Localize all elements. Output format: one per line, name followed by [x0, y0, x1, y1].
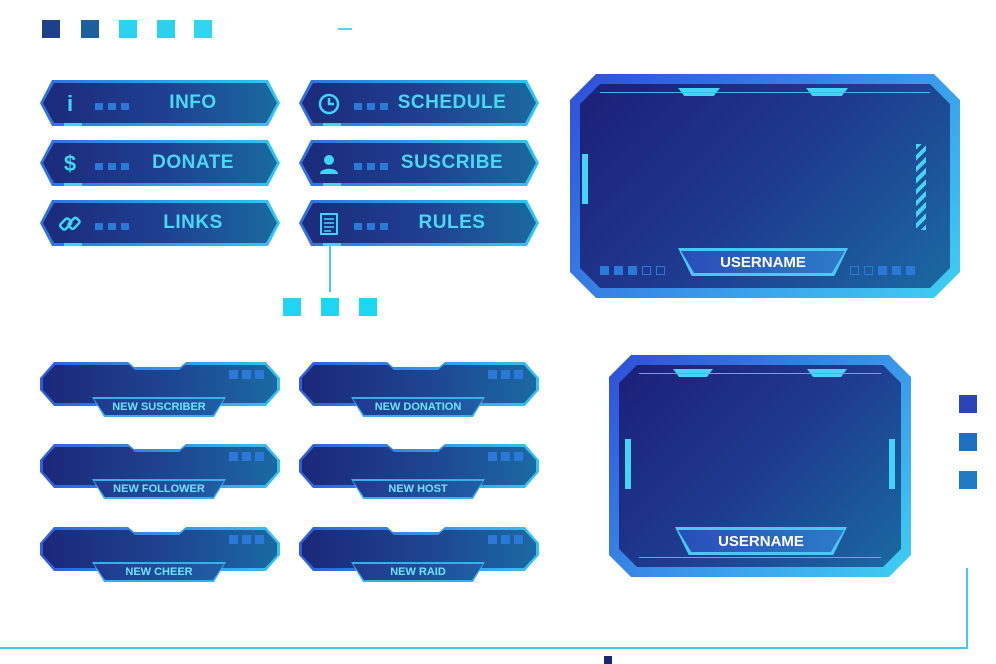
squares-right	[850, 266, 915, 275]
subscribe-panel[interactable]: SUSCRIBE	[299, 140, 539, 186]
bottom-dot	[604, 656, 612, 664]
dots-decoration	[229, 452, 264, 461]
swatch-4	[157, 20, 175, 38]
right-accent	[889, 439, 895, 489]
panel-label: SCHEDULE	[397, 92, 507, 113]
donate-panel[interactable]: $ DONATE	[40, 140, 280, 186]
panel-label: DONATE	[152, 152, 234, 173]
username-plate: USERNAME	[675, 527, 847, 555]
left-accent	[625, 439, 631, 489]
dots-decoration	[488, 452, 523, 461]
links-panel[interactable]: LINKS	[40, 200, 280, 246]
username-plate: USERNAME	[678, 248, 848, 276]
swatch-1	[42, 20, 60, 38]
dots-decoration	[229, 535, 264, 544]
alert-new-subscriber[interactable]: NEW SUSCRIBER	[40, 362, 280, 418]
bottom-horizontal-line	[0, 647, 968, 649]
left-accent	[582, 154, 588, 204]
alert-new-cheer[interactable]: NEW CHEER	[40, 527, 280, 583]
swatch-3	[119, 20, 137, 38]
alert-label: NEW FOLLOWER	[94, 481, 224, 497]
schedule-panel[interactable]: SCHEDULE	[299, 80, 539, 126]
swatch-2	[81, 20, 99, 38]
link-icon	[57, 211, 83, 237]
alert-label: NEW DONATION	[353, 399, 483, 415]
squares-left	[600, 266, 665, 275]
right-vertical-line	[966, 568, 968, 648]
document-icon	[316, 211, 342, 237]
alert-new-follower[interactable]: NEW FOLLOWER	[40, 444, 280, 500]
info-icon: i	[66, 91, 74, 116]
panel-label: INFO	[169, 92, 217, 113]
alert-label: NEW HOST	[353, 481, 483, 497]
decor-square	[321, 298, 339, 316]
side-stripes	[916, 144, 926, 230]
clock-icon	[316, 91, 342, 117]
panel-label: SUSCRIBE	[400, 152, 504, 173]
swatch-5	[194, 20, 212, 38]
info-panel[interactable]: i INFO	[40, 80, 280, 126]
user-icon	[316, 151, 342, 177]
top-line	[639, 373, 881, 374]
decor-square	[283, 298, 301, 316]
side-swatch-1	[959, 395, 977, 413]
alert-new-raid[interactable]: NEW RAID	[299, 527, 539, 583]
decor-square	[359, 298, 377, 316]
alert-label: NEW CHEER	[94, 564, 224, 580]
divider-dash	[338, 28, 352, 30]
alert-new-donation[interactable]: NEW DONATION	[299, 362, 539, 418]
dots-decoration	[229, 370, 264, 379]
panel-label: RULES	[418, 212, 486, 233]
dots-decoration	[488, 370, 523, 379]
dots-decoration	[488, 535, 523, 544]
alert-new-host[interactable]: NEW HOST	[299, 444, 539, 500]
top-line	[600, 92, 930, 93]
username-label: USERNAME	[678, 530, 844, 552]
side-swatch-3	[959, 471, 977, 489]
webcam-frame-small: USERNAME	[609, 355, 911, 577]
side-swatch-2	[959, 433, 977, 451]
webcam-frame-large: USERNAME	[570, 74, 960, 298]
dollar-icon: $	[63, 151, 77, 176]
connector-line	[329, 246, 331, 292]
rules-panel[interactable]: RULES	[299, 200, 539, 246]
username-label: USERNAME	[681, 251, 845, 273]
alert-label: NEW RAID	[353, 564, 483, 580]
panel-label: LINKS	[163, 212, 223, 233]
bottom-line	[639, 557, 881, 558]
alert-label: NEW SUSCRIBER	[94, 399, 224, 415]
